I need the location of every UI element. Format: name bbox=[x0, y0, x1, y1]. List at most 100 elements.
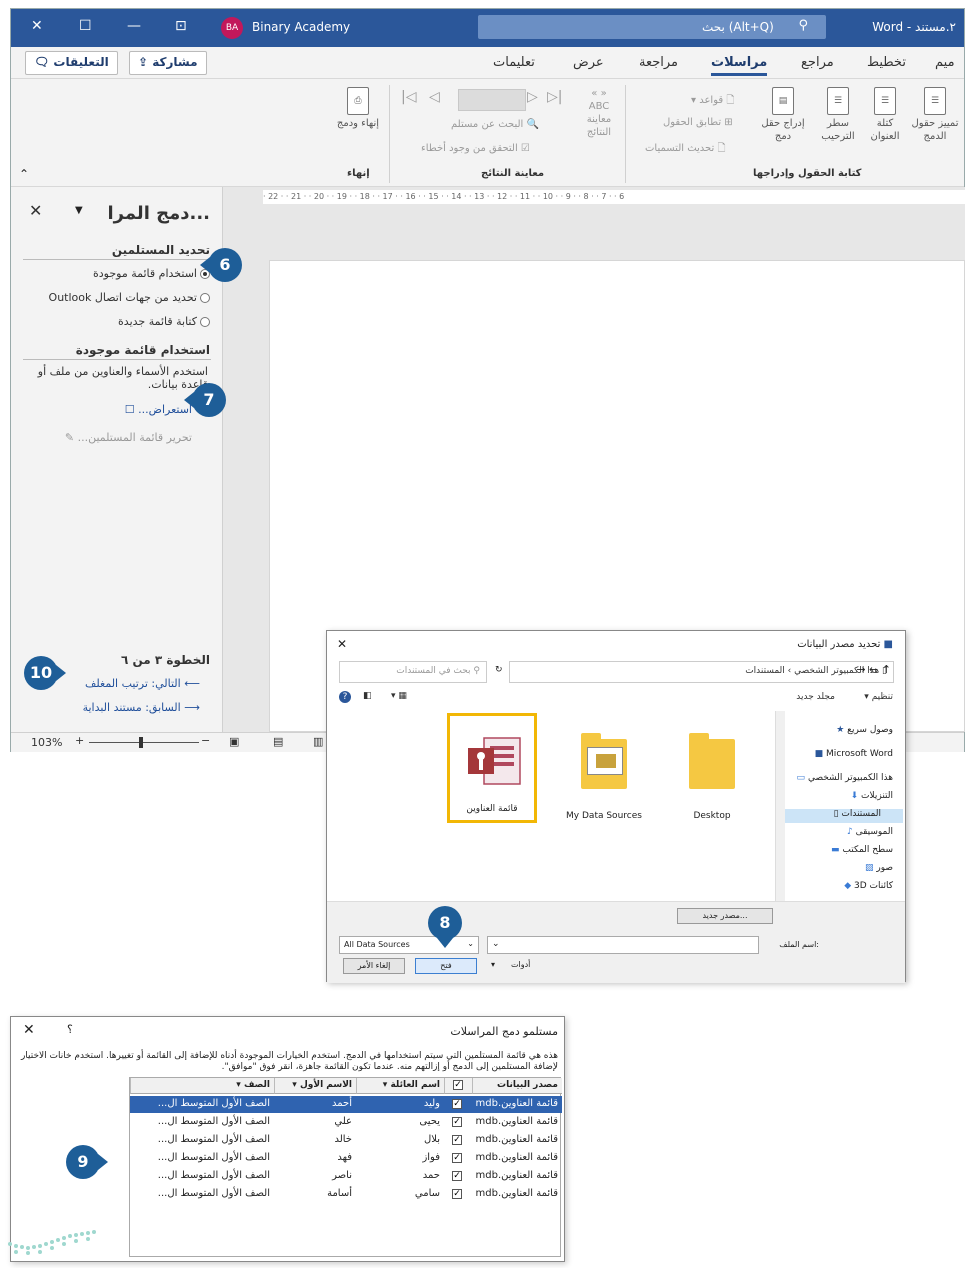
nav-pictures[interactable]: صور ▨ bbox=[865, 863, 893, 873]
filename-input[interactable]: ⌄ bbox=[487, 936, 759, 954]
include-checkbox[interactable]: ✓ bbox=[452, 1117, 462, 1127]
folder-desktop[interactable]: Desktop bbox=[667, 717, 757, 827]
nav-quick-access[interactable]: وصول سريع ★ bbox=[836, 725, 893, 735]
tab-mailings[interactable]: مراسلات bbox=[711, 55, 768, 76]
close-window-icon[interactable]: ✕ bbox=[31, 18, 43, 34]
view-options-icon[interactable]: ▾ ▦ bbox=[391, 691, 407, 701]
organize-button[interactable]: ▾ تنظيم bbox=[864, 692, 893, 702]
previous-step-link[interactable]: ⟶ السابق: مستند البداية bbox=[83, 701, 200, 714]
abc-icon: « » ABC bbox=[588, 88, 610, 112]
zoom-out-icon[interactable]: − bbox=[201, 734, 210, 747]
highlight-fields-button[interactable]: ☰ تمييز حقول الدمج bbox=[909, 87, 961, 143]
next-record-icon[interactable]: ▷ bbox=[527, 89, 538, 105]
tab-help[interactable]: تعليمات bbox=[493, 55, 535, 70]
folder-my-data-sources[interactable]: My Data Sources bbox=[559, 717, 649, 827]
file-label: Desktop bbox=[693, 811, 731, 821]
include-checkbox[interactable]: ✓ bbox=[452, 1135, 462, 1145]
address-bar[interactable]: ▯ هذا الكمبيوتر الشخصي › المستندات bbox=[509, 661, 894, 683]
browse-link[interactable]: استعراض... ☐ bbox=[125, 403, 192, 416]
maximize-icon[interactable]: ☐ bbox=[79, 18, 92, 34]
column-header-class[interactable]: الصف ▾ bbox=[130, 1078, 274, 1094]
nav-music[interactable]: الموسيقى ♪ bbox=[847, 827, 893, 837]
nav-desktop[interactable]: سطح المكتب ▬ bbox=[831, 845, 893, 855]
column-header-first-name[interactable]: الاسم الأول ▾ bbox=[274, 1078, 356, 1094]
address-block-button[interactable]: ☰ كتلة العنوان bbox=[865, 87, 905, 143]
refresh-icon[interactable]: ↻ bbox=[495, 665, 503, 675]
ribbon-display-icon[interactable]: ⊡ bbox=[175, 18, 187, 34]
collapse-ribbon-icon[interactable]: ⌃ bbox=[19, 167, 29, 181]
chevron-down-icon: ▾ bbox=[292, 1080, 297, 1090]
preview-results-button[interactable]: « » ABC معاينة النتائج bbox=[579, 87, 619, 139]
nav-microsoft-word[interactable]: Microsoft Word ■ bbox=[815, 749, 893, 759]
nav-3d-objects[interactable]: كائنات 3D ◆ bbox=[844, 881, 893, 891]
match-fields-button[interactable]: تطابق الحقول ⊞ bbox=[663, 117, 733, 128]
close-dialog-icon[interactable]: ✕ bbox=[23, 1022, 35, 1038]
file-address-list[interactable]: قائمة العناوين bbox=[447, 713, 537, 823]
zoom-slider[interactable] bbox=[89, 742, 199, 743]
new-source-button[interactable]: مصدر جديد... bbox=[677, 908, 773, 924]
greeting-line-button[interactable]: ☰ سطر الترحيب bbox=[817, 87, 859, 143]
cell-last-name: بلال bbox=[423, 1134, 440, 1145]
comments-button[interactable]: 🗨 التعليقات bbox=[25, 51, 118, 75]
avatar[interactable]: BA bbox=[221, 17, 243, 39]
help-icon[interactable]: ? bbox=[339, 691, 351, 703]
tab-design[interactable]: ميم bbox=[935, 55, 955, 70]
zoom-slider-thumb[interactable] bbox=[139, 737, 143, 748]
finish-merge-button[interactable]: ⎙ إنهاء ودمج bbox=[333, 87, 383, 130]
nav-downloads[interactable]: التنزيلات ⬇ bbox=[851, 791, 893, 801]
nav-this-pc[interactable]: هذا الكمبيوتر الشخصي ▭ bbox=[797, 773, 893, 783]
column-header-last-name[interactable]: اسم العائلة ▾ bbox=[356, 1078, 444, 1094]
include-checkbox[interactable]: ✓ bbox=[452, 1099, 462, 1109]
close-pane-icon[interactable]: ✕ bbox=[29, 201, 42, 220]
tools-dropdown[interactable]: ▾ bbox=[491, 960, 495, 969]
first-record-icon[interactable]: |◁ bbox=[401, 89, 416, 105]
tab-view[interactable]: عرض bbox=[573, 55, 604, 70]
pane-options-dropdown-icon[interactable]: ▼ bbox=[75, 205, 83, 216]
previous-record-icon[interactable]: ◁ bbox=[429, 89, 440, 105]
preview-pane-icon[interactable]: ◧ bbox=[363, 691, 372, 701]
open-button[interactable]: فتح bbox=[415, 958, 477, 974]
cell-checkbox: ✓ bbox=[444, 1168, 472, 1185]
update-labels-button[interactable]: تحديث التسميات 🗋 bbox=[645, 141, 726, 158]
tab-review[interactable]: مراجعة bbox=[639, 55, 678, 70]
focus-mode-icon[interactable]: ▣ bbox=[229, 735, 239, 748]
share-button[interactable]: ⇪ مشاركة bbox=[129, 51, 207, 75]
find-recipient-button[interactable]: البحث عن مستلم 🔍 bbox=[451, 119, 539, 130]
include-checkbox[interactable]: ✓ bbox=[452, 1171, 462, 1181]
minimize-icon[interactable]: — bbox=[127, 18, 141, 34]
radio-use-existing[interactable]: استخدام قائمة موجودة bbox=[93, 267, 210, 280]
include-checkbox[interactable]: ✓ bbox=[452, 1189, 462, 1199]
search-documents-input[interactable]: ⚲ بحث في المستندات bbox=[339, 661, 487, 683]
document-icon: ▯ bbox=[833, 809, 839, 819]
music-icon: ♪ bbox=[846, 827, 853, 837]
column-header-source[interactable]: مصدر البيانات bbox=[472, 1078, 562, 1094]
last-record-icon[interactable]: ▷| bbox=[547, 89, 562, 105]
filetype-select[interactable]: All Data Sources ⌄ bbox=[339, 936, 479, 954]
close-dialog-icon[interactable]: ✕ bbox=[337, 637, 347, 651]
new-folder-button[interactable]: مجلد جديد bbox=[796, 692, 835, 702]
nav-documents[interactable]: المستندات ▯ bbox=[776, 809, 903, 823]
tab-layout[interactable]: تخطيط bbox=[867, 55, 906, 70]
checkbox-all-icon[interactable]: ✓ bbox=[453, 1080, 463, 1090]
zoom-in-icon[interactable]: + bbox=[75, 734, 84, 747]
record-number-field[interactable] bbox=[458, 89, 526, 111]
search-box[interactable]: بحث (Alt+Q) ⚲ bbox=[478, 15, 826, 39]
cancel-button[interactable]: إلغاء الأمر bbox=[343, 958, 405, 974]
account-name[interactable]: Binary Academy bbox=[252, 20, 350, 34]
rules-button[interactable]: ▾ قواعد 🗋 bbox=[691, 93, 734, 110]
nav-arrows-icon[interactable]: → ← ↑ bbox=[856, 663, 891, 676]
help-icon[interactable]: ؟ bbox=[67, 1023, 73, 1036]
nav-scrollbar[interactable] bbox=[775, 711, 785, 901]
radio-outlook[interactable]: تحديد من جهات اتصال Outlook bbox=[49, 291, 210, 304]
dialog-footer: مصدر جديد... ⌄ اسم الملف: All Data Sourc… bbox=[327, 901, 905, 983]
web-layout-icon[interactable]: ▥ bbox=[313, 735, 323, 748]
include-checkbox[interactable]: ✓ bbox=[452, 1153, 462, 1163]
next-step-link[interactable]: ⟵ التالي: ترتيب المغلف bbox=[85, 677, 200, 690]
tab-references[interactable]: مراجع bbox=[801, 55, 834, 70]
check-errors-button[interactable]: التحقق من وجود أخطاء ☑ bbox=[421, 143, 530, 154]
zoom-level[interactable]: 103% bbox=[31, 736, 62, 749]
column-header-checkbox[interactable]: ✓ bbox=[444, 1078, 472, 1094]
insert-merge-field-button[interactable]: ▤ إدراج حقل دمج bbox=[757, 87, 809, 143]
print-layout-icon[interactable]: ▤ bbox=[273, 735, 283, 748]
radio-new-list[interactable]: كتابة قائمة جديدة bbox=[118, 315, 210, 328]
